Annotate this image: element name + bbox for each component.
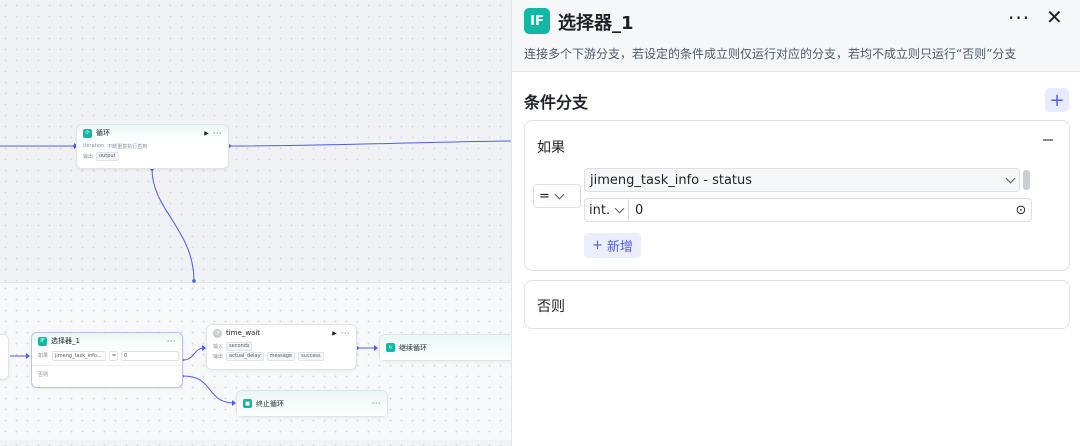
loop-node-title: 循环 bbox=[96, 129, 110, 137]
time-wait-input-tag: seconds bbox=[226, 341, 253, 351]
if-branch-card: 如果 = jimeng_task_info - status int. ⊙ + … bbox=[524, 120, 1070, 271]
more-icon[interactable]: ··· bbox=[1008, 6, 1030, 30]
more-icon[interactable]: ··· bbox=[213, 129, 222, 138]
workflow-canvas[interactable]: ⟳ 循环 ▶ ··· Iteration 不断重复执行直到 输出 output … bbox=[0, 0, 512, 446]
variable-value: jimeng_task_info - status bbox=[590, 172, 753, 188]
arrow-into-selector bbox=[26, 353, 30, 359]
if-icon: IF bbox=[38, 336, 47, 346]
chevron-down-icon bbox=[1005, 173, 1016, 183]
time-wait-node[interactable]: ◔ time_wait ▶ ··· 输入 seconds 输出 actual_d… bbox=[206, 324, 357, 370]
collapse-icon[interactable] bbox=[1043, 139, 1053, 141]
variable-select[interactable]: jimeng_task_info - status bbox=[584, 168, 1020, 192]
time-wait-output-tag: success bbox=[298, 351, 324, 361]
value-type-select[interactable]: int. bbox=[585, 199, 629, 221]
panel-description: 连接多个下游分支，若设定的条件成立则仅运行对应的分支，若均不成立则只运行“否则”… bbox=[524, 47, 1017, 61]
if-icon: IF bbox=[524, 8, 550, 34]
section-title: 条件分支 bbox=[524, 93, 589, 112]
else-branch-label: 否则 bbox=[537, 299, 565, 315]
add-condition-label: 新增 bbox=[606, 240, 633, 255]
add-condition-button[interactable]: + 新增 bbox=[584, 233, 641, 258]
time-wait-title: time_wait bbox=[226, 329, 261, 337]
plugin-icon: ◔ bbox=[213, 328, 222, 338]
wire-loop-out bbox=[228, 140, 512, 147]
plus-icon: + bbox=[1049, 89, 1065, 111]
play-icon[interactable]: ▶ bbox=[332, 330, 337, 337]
play-icon[interactable]: ▶ bbox=[204, 130, 209, 137]
scrollbar[interactable] bbox=[1023, 170, 1030, 190]
continue-loop-title: 继续循环 bbox=[399, 343, 427, 352]
wire-selector-to-wait bbox=[182, 347, 206, 361]
selector-if-op: = bbox=[109, 351, 118, 361]
continue-loop-node[interactable]: ↻ 继续循环 bbox=[379, 334, 512, 361]
partial-node-left[interactable] bbox=[0, 334, 9, 380]
loop-node-row-mode: Iteration 不断重复执行直到 bbox=[77, 141, 228, 151]
variable-reference-icon[interactable]: ⊙ bbox=[1011, 203, 1031, 218]
if-branch-label: 如果 bbox=[537, 140, 565, 156]
selector-else-row: 否则 bbox=[32, 369, 182, 379]
plus-icon: + bbox=[592, 238, 603, 253]
operator-value: = bbox=[539, 188, 550, 204]
more-icon[interactable]: ··· bbox=[372, 399, 381, 408]
time-wait-output-label: 输出 bbox=[213, 353, 224, 360]
panel-title[interactable]: 选择器_1 bbox=[558, 9, 634, 35]
selector-if-row: 如果 jimeng_task_info... = 0 bbox=[32, 349, 182, 362]
selector-node-title: 选择器_1 bbox=[51, 337, 80, 345]
selector-if-var: jimeng_task_info... bbox=[52, 351, 106, 361]
time-wait-output-row: 输出 actual_delay message success bbox=[207, 351, 356, 361]
selector-else-label: 否则 bbox=[38, 371, 49, 378]
selector-if-label: 如果 bbox=[38, 353, 49, 359]
panel-header: IF 选择器_1 ··· ✕ 连接多个下游分支，若设定的条件成立则仅运行对应的分… bbox=[512, 0, 1080, 72]
value-input[interactable] bbox=[629, 202, 1011, 218]
more-icon[interactable]: ··· bbox=[341, 329, 350, 338]
loop-node-row-output: 输出 output bbox=[77, 151, 228, 161]
stop-loop-title: 终止循环 bbox=[256, 399, 284, 408]
value-type: int. bbox=[589, 202, 611, 218]
time-wait-output-tag: message bbox=[266, 351, 296, 361]
node-config-panel: IF 选择器_1 ··· ✕ 连接多个下游分支，若设定的条件成立则仅运行对应的分… bbox=[511, 0, 1080, 446]
wire-selector-else-to-stop bbox=[182, 375, 236, 404]
loop-icon: ⟳ bbox=[83, 128, 92, 138]
add-branch-button[interactable]: + bbox=[1045, 88, 1069, 112]
operator-select[interactable]: = bbox=[533, 184, 581, 208]
selector-node[interactable]: IF 选择器_1 ··· 如果 jimeng_task_info... = 0 … bbox=[31, 332, 183, 388]
stop-icon: ■ bbox=[243, 399, 252, 408]
loop-row2-label: 输出 bbox=[83, 153, 94, 160]
loop-node[interactable]: ⟳ 循环 ▶ ··· Iteration 不断重复执行直到 输出 output bbox=[76, 124, 229, 169]
selector-divider bbox=[32, 365, 182, 366]
time-wait-input-row: 输入 seconds bbox=[207, 341, 356, 351]
close-icon[interactable]: ✕ bbox=[1046, 5, 1063, 29]
stop-loop-node[interactable]: ■ 终止循环 ··· bbox=[236, 390, 388, 417]
loop-output-tag: output bbox=[96, 151, 119, 161]
arrow-into-continue bbox=[374, 345, 378, 351]
loop-row1-label: Iteration bbox=[83, 143, 105, 149]
chevron-down-icon bbox=[554, 189, 565, 199]
selector-if-value: 0 bbox=[121, 351, 179, 361]
else-branch-card: 否则 bbox=[524, 280, 1070, 329]
more-icon[interactable]: ··· bbox=[167, 337, 176, 346]
value-row: int. ⊙ bbox=[584, 198, 1032, 222]
continue-icon: ↻ bbox=[386, 343, 395, 352]
wire-loop-body bbox=[151, 168, 195, 282]
time-wait-output-tag: actual_delay bbox=[226, 351, 264, 361]
loop-row1-value: 不断重复执行直到 bbox=[107, 143, 148, 150]
time-wait-input-label: 输入 bbox=[213, 343, 224, 350]
port-loop-body-in bbox=[192, 279, 196, 283]
chevron-down-icon bbox=[614, 203, 625, 213]
